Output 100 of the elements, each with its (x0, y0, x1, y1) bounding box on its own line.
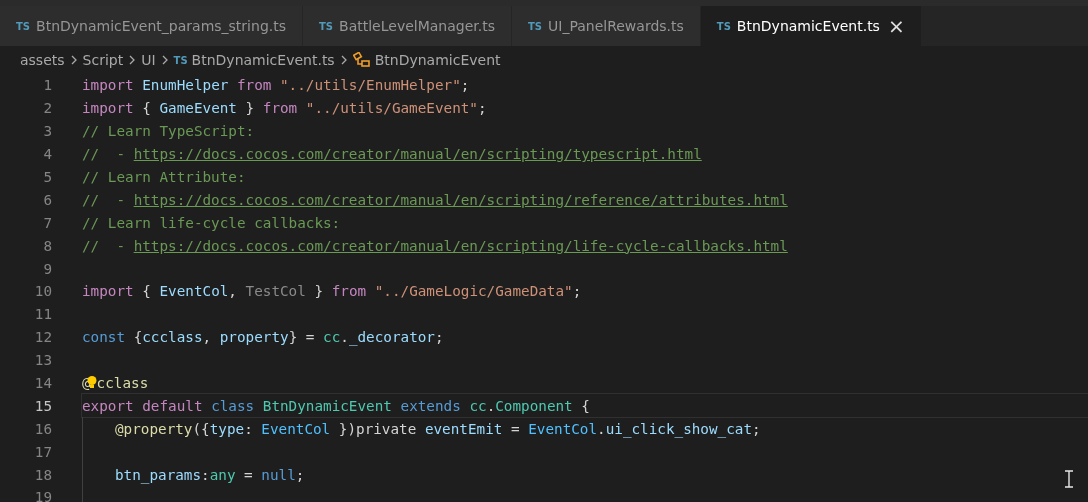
keyword: extends (400, 397, 462, 414)
code-comment: // Learn life-cycle callbacks: (82, 214, 341, 231)
identifier: EnumHelper (142, 77, 230, 94)
code-comment: // Learn Attribute: (82, 169, 246, 185)
code-comment: // - (82, 146, 127, 163)
comment-link[interactable]: https://docs.cocos.com/creator/manual/en/scripting/life-cycle-callbacks.html (133, 237, 788, 254)
type-name: Component (495, 397, 573, 414)
type-name: BtnDynamicEvent (262, 397, 393, 414)
line-number: 12 (33, 329, 52, 346)
code-text: } (244, 100, 256, 117)
identifier: btn_params (115, 466, 202, 483)
identifier: eventEmit (424, 420, 503, 437)
keyword: export (82, 397, 135, 414)
keyword: from (262, 100, 299, 117)
keyword: from (236, 77, 273, 94)
identifier: _decorator (348, 329, 435, 346)
identifier: ccclass (142, 329, 203, 346)
code-text: ; (572, 283, 582, 300)
identifier: property (219, 329, 289, 346)
comment-link[interactable]: https://docs.cocos.com/creator/manual/en/scripting/reference/attributes.html (133, 191, 788, 208)
code-text: ; (478, 100, 487, 117)
line-number: 6 (42, 191, 52, 208)
keyword: import (82, 283, 134, 300)
code-text: } (313, 283, 325, 300)
code-text: : (244, 420, 254, 437)
code-text: ; (460, 77, 470, 94)
code-text: , (202, 329, 213, 346)
code-comment: // - (82, 191, 127, 208)
keyword: class (211, 397, 256, 414)
breadcrumb-item[interactable]: BtnDynamicEvent (374, 52, 501, 68)
code-text: . (486, 397, 496, 414)
line-number: 18 (33, 466, 52, 483)
code-text: ; (752, 420, 761, 437)
identifier: TestCol (245, 283, 306, 300)
code-text: { (141, 100, 152, 117)
class-icon (352, 52, 371, 68)
line-number: 19 (33, 489, 52, 502)
close-icon[interactable]: × (887, 16, 905, 36)
code-text: = (509, 420, 521, 437)
editor-tab[interactable]: TS BtnDynamicEvent_params_string.ts (0, 6, 303, 46)
line-number: 7 (42, 214, 52, 231)
code-text: })private (337, 420, 418, 437)
string-literal: "../utils/EnumHelper" (280, 77, 461, 94)
identifier: EventCol (528, 420, 598, 437)
code-text: = (243, 466, 254, 483)
keyword: null (261, 466, 296, 483)
line-number: 16 (33, 420, 52, 437)
string-literal: "../GameLogic/GameData" (374, 283, 573, 300)
code-comment: // Learn TypeScript: (82, 123, 255, 140)
keyword: import (82, 100, 134, 117)
type-name: any (209, 466, 236, 483)
code-text: ; (295, 466, 305, 483)
line-number: 17 (33, 443, 52, 460)
decorator: @property (115, 420, 193, 437)
keyword: import (82, 77, 135, 94)
identifier: type (209, 420, 245, 437)
editor-tab[interactable]: TS BattleLevelManager.ts (303, 6, 512, 46)
identifier: EventCol (159, 283, 229, 300)
keyword: from (331, 283, 368, 300)
type-name: cc (323, 329, 341, 346)
identifier: EventCol (261, 420, 331, 437)
line-number: 4 (42, 146, 52, 163)
line-number: 1 (42, 77, 52, 94)
identifier: ui_click_show_cat (605, 420, 752, 437)
code-text: } = (288, 329, 316, 346)
typescript-icon: TS (173, 54, 188, 66)
breadcrumb-item[interactable]: assets (20, 52, 65, 68)
line-number: 5 (42, 169, 52, 185)
code-text: { (132, 329, 143, 346)
line-number: 9 (42, 260, 52, 277)
line-number: 3 (42, 123, 52, 140)
editor-tab[interactable]: TS BtnDynamicEvent.ts × (700, 6, 922, 46)
code-text: { (141, 283, 152, 300)
code-comment: // - (82, 237, 127, 254)
line-number: 15 (33, 397, 52, 414)
breadcrumb-item[interactable]: BtnDynamicEvent.ts (191, 52, 335, 68)
line-number: 2 (42, 100, 52, 117)
decorator: cclass (96, 375, 149, 391)
breadcrumb-item[interactable]: Script (82, 52, 124, 68)
identifier: GameEvent (159, 100, 237, 117)
line-number: 10 (33, 283, 52, 300)
string-literal: "../utils/GameEvent" (305, 100, 478, 117)
type-name: cc (469, 397, 487, 414)
line-number: 8 (42, 237, 52, 254)
text-cursor-icon (1064, 470, 1074, 488)
keyword: const (82, 329, 126, 346)
code-text: ({ (192, 420, 210, 437)
keyword: default (142, 397, 204, 414)
code-text: . (340, 329, 349, 346)
line-number: 11 (33, 306, 52, 323)
code-text: , (228, 283, 238, 300)
line-number: 14 (33, 375, 52, 391)
editor-tab[interactable]: TS UI_PanelRewards.ts (512, 6, 701, 46)
breadcrumb-item[interactable]: UI (141, 52, 156, 68)
line-number: 13 (33, 352, 52, 369)
code-text: : (201, 466, 210, 483)
comment-link[interactable]: https://docs.cocos.com/creator/manual/en/scripting/typescript.html (133, 146, 702, 163)
code-text: { (580, 397, 590, 414)
code-text: . (597, 420, 606, 437)
code-text: ; (434, 329, 444, 346)
